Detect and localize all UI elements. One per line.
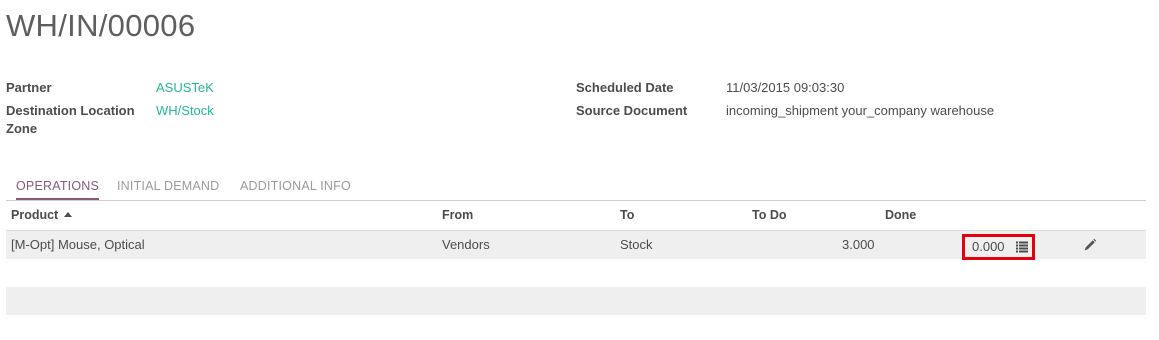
column-header-todo[interactable]: To Do bbox=[752, 201, 786, 230]
column-header-to[interactable]: To bbox=[620, 201, 634, 230]
cell-from: Vendors bbox=[442, 237, 490, 252]
partner-link[interactable]: ASUSTeK bbox=[156, 79, 214, 97]
scheduled-date-label: Scheduled Date bbox=[576, 80, 674, 95]
cell-to: Stock bbox=[620, 237, 653, 252]
column-header-done[interactable]: Done bbox=[885, 201, 916, 230]
column-header-product-label: Product bbox=[11, 208, 59, 222]
pencil-icon[interactable] bbox=[1083, 238, 1097, 252]
scheduled-date-value: 11/03/2015 09:03:30 bbox=[726, 80, 845, 95]
tab-initial-demand[interactable]: INITIAL DEMAND bbox=[117, 172, 219, 199]
sort-ascending-icon bbox=[64, 212, 73, 217]
page-title: WH/IN/00006 bbox=[6, 8, 196, 43]
table-header: Product From To To Do Done bbox=[6, 201, 1146, 231]
tab-operations[interactable]: OPERATIONS bbox=[16, 172, 100, 200]
column-header-product[interactable]: Product bbox=[11, 201, 73, 230]
source-document-value: incoming_shipment your_company warehouse bbox=[726, 103, 995, 118]
destination-location-label-line2: Zone bbox=[6, 121, 38, 136]
notebook-tabs: OPERATIONS INITIAL DEMAND ADDITIONAL INF… bbox=[6, 172, 1146, 201]
tab-additional-info[interactable]: ADDITIONAL INFO bbox=[240, 172, 351, 199]
partner-label: Partner bbox=[6, 80, 52, 95]
done-quantity-highlight[interactable]: 0.000 bbox=[962, 234, 1035, 260]
destination-location-label: Destination Location Zone bbox=[6, 102, 135, 138]
column-header-from[interactable]: From bbox=[442, 201, 473, 230]
cell-done: 0.000 bbox=[972, 239, 1005, 254]
cell-product: [M-Opt] Mouse, Optical bbox=[11, 237, 145, 252]
empty-table-row bbox=[6, 287, 1146, 315]
destination-location-link[interactable]: WH/Stock bbox=[156, 102, 214, 120]
destination-location-label-line1: Destination Location bbox=[6, 103, 135, 118]
list-icon[interactable] bbox=[1016, 241, 1028, 253]
source-document-label: Source Document bbox=[576, 103, 688, 118]
cell-todo: 3.000 bbox=[842, 237, 875, 252]
table-row[interactable]: [M-Opt] Mouse, Optical Vendors Stock 3.0… bbox=[6, 231, 1146, 260]
